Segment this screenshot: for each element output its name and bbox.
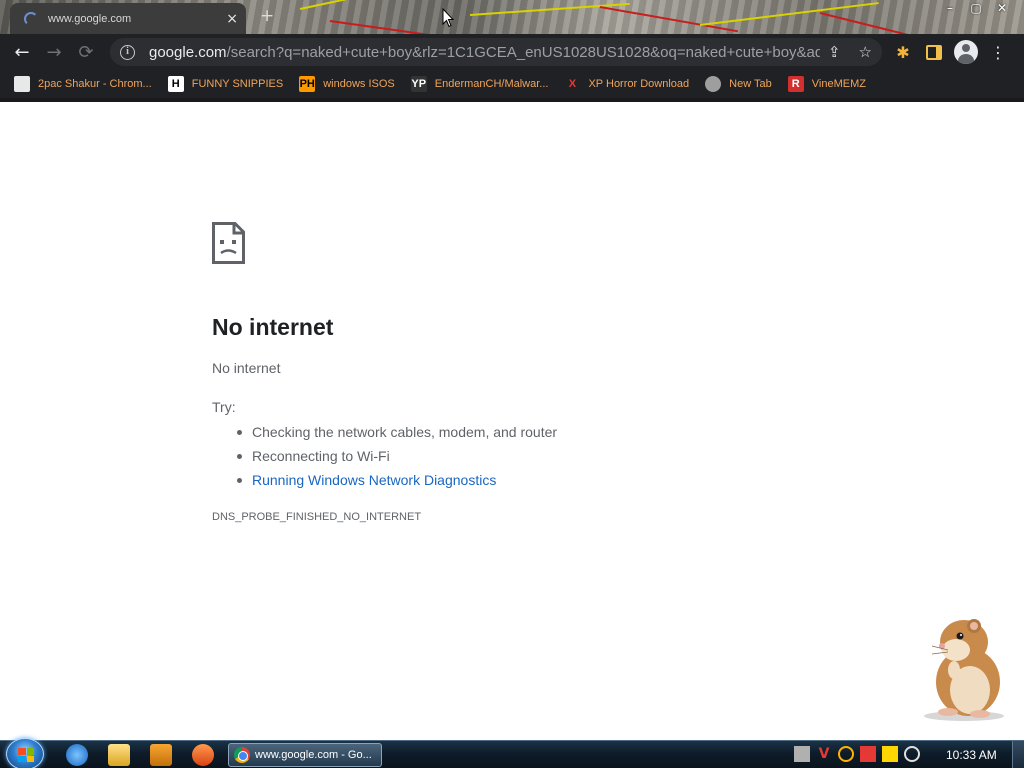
system-tray: V xyxy=(794,746,920,762)
bookmark-label: EndermanCH/Malwar... xyxy=(434,78,549,90)
loading-spinner-icon xyxy=(24,11,38,26)
minimize-button[interactable]: – xyxy=(942,1,958,15)
r-icon: R xyxy=(787,76,804,92)
h-icon: H xyxy=(167,76,184,92)
back-button[interactable]: ← xyxy=(6,38,38,66)
yp-icon: YP xyxy=(410,76,427,92)
star-icon[interactable]: ☆ xyxy=(859,43,872,61)
bookmark-label: New Tab xyxy=(729,78,772,90)
bookmark-label: 2pac Shakur - Chrom... xyxy=(38,78,152,90)
wallpaper-scribble xyxy=(699,2,879,26)
sad-document-icon xyxy=(212,222,245,264)
tray-notes-icon[interactable] xyxy=(882,746,898,762)
wallpaper-scribble xyxy=(299,0,389,10)
bookmark-item[interactable]: New Tab xyxy=(705,76,772,92)
url-host: google.com xyxy=(149,43,227,61)
side-panel-icon[interactable] xyxy=(926,44,942,60)
x-icon: X xyxy=(568,78,577,90)
error-page: No internet No internet Try: Checking th… xyxy=(212,222,812,523)
gift-icon xyxy=(14,76,30,92)
close-window-button[interactable]: ✕ xyxy=(994,1,1010,15)
file-explorer-icon[interactable] xyxy=(108,744,130,766)
new-tab-button[interactable]: + xyxy=(260,6,274,26)
mouse-cursor-icon xyxy=(442,8,454,28)
browser-toolbar: ← → ⟳ i google.com/search?q=naked+cute+b… xyxy=(0,34,1024,70)
bookmark-item[interactable]: YP EndermanCH/Malwar... xyxy=(410,76,549,92)
tab-close-icon[interactable]: × xyxy=(226,12,238,26)
window-title-bar[interactable]: www.google.com × + – ▢ ✕ xyxy=(0,0,1024,34)
profile-icon[interactable] xyxy=(954,40,978,64)
action-center-flag-icon[interactable] xyxy=(860,746,876,762)
forward-button[interactable]: → xyxy=(38,38,70,66)
internet-explorer-icon[interactable] xyxy=(66,744,88,766)
tray-search-icon[interactable] xyxy=(838,746,854,762)
globe-icon xyxy=(705,76,722,92)
start-button[interactable] xyxy=(6,738,44,768)
bookmark-item[interactable]: R VineMEMZ xyxy=(787,76,866,92)
windows-logo-icon xyxy=(18,748,34,762)
browser-tab[interactable]: www.google.com × xyxy=(10,3,246,34)
bookmark-label: FUNNY SNIPPIES xyxy=(191,78,284,90)
puzzle-icon[interactable]: ✱ xyxy=(892,43,914,62)
wallpaper-scribble xyxy=(599,6,739,33)
try-label: Try: xyxy=(212,399,236,415)
suggestion-list: Checking the network cables, modem, and … xyxy=(236,422,557,494)
chrome-icon xyxy=(234,747,250,763)
address-bar[interactable]: i google.com/search?q=naked+cute+boy&rlz… xyxy=(110,38,882,66)
tab-title: www.google.com xyxy=(48,12,132,25)
address-bar-url[interactable]: google.com/search?q=naked+cute+boy&rlz=1… xyxy=(149,44,820,61)
taskbar-window-label: www.google.com - Go... xyxy=(255,749,372,761)
media-player-icon[interactable] xyxy=(150,744,172,766)
hamster-desktop-pet[interactable] xyxy=(918,612,1010,722)
bookmark-label: VineMEMZ xyxy=(811,78,866,90)
windows-taskbar: www.google.com - Go... V 10:33 AM xyxy=(0,738,1024,768)
suggestion-reconnect-wifi: Reconnecting to Wi-Fi xyxy=(236,446,557,470)
tray-antivirus-icon[interactable]: V xyxy=(816,746,832,762)
bookmark-item[interactable]: H FUNNY SNIPPIES xyxy=(167,76,284,92)
app-icon[interactable] xyxy=(192,744,214,766)
toolbar-divider xyxy=(0,98,1024,102)
taskbar-clock[interactable]: 10:33 AM xyxy=(946,748,997,762)
toolbar-right-tools: ✱ ⋮ xyxy=(892,38,1006,66)
url-path: /search?q=naked+cute+boy&rlz=1C1GCEA_enU… xyxy=(226,43,820,61)
bookmark-label: windows ISOS xyxy=(323,78,395,90)
bookmarks-bar: 2pac Shakur - Chrom... H FUNNY SNIPPIES PH w… xyxy=(0,70,1024,98)
maximize-button[interactable]: ▢ xyxy=(968,1,984,15)
tray-app-icon[interactable] xyxy=(794,746,810,762)
error-code: DNS_PROBE_FINISHED_NO_INTERNET xyxy=(212,511,422,523)
omnibox-actions: ⇪ ☆ xyxy=(828,43,872,61)
wallpaper-scribble xyxy=(329,20,449,34)
ph-icon: PH xyxy=(299,76,316,92)
reload-button[interactable]: ⟳ xyxy=(70,38,102,66)
volume-icon[interactable] xyxy=(904,746,920,762)
menu-icon[interactable]: ⋮ xyxy=(990,43,1006,62)
bookmark-item[interactable]: X XP Horror Download xyxy=(564,76,689,92)
error-title: No internet xyxy=(212,314,334,340)
window-controls: – ▢ ✕ xyxy=(942,1,1010,15)
share-icon[interactable]: ⇪ xyxy=(828,43,841,61)
network-diagnostics-link[interactable]: Running Windows Network Diagnostics xyxy=(236,470,557,494)
bookmark-label: XP Horror Download xyxy=(588,78,690,90)
info-icon[interactable]: i xyxy=(120,44,135,60)
bookmark-item[interactable]: 2pac Shakur - Chrom... xyxy=(14,76,152,92)
wallpaper-scribble xyxy=(469,2,630,16)
bookmark-item[interactable]: PH windows ISOS xyxy=(299,76,395,92)
error-subtitle: No internet xyxy=(212,360,281,376)
show-desktop-button[interactable] xyxy=(1012,741,1024,768)
taskbar-chrome-window[interactable]: www.google.com - Go... xyxy=(228,743,382,767)
suggestion-check-cables: Checking the network cables, modem, and … xyxy=(236,422,557,446)
wallpaper-scribble xyxy=(819,12,937,34)
